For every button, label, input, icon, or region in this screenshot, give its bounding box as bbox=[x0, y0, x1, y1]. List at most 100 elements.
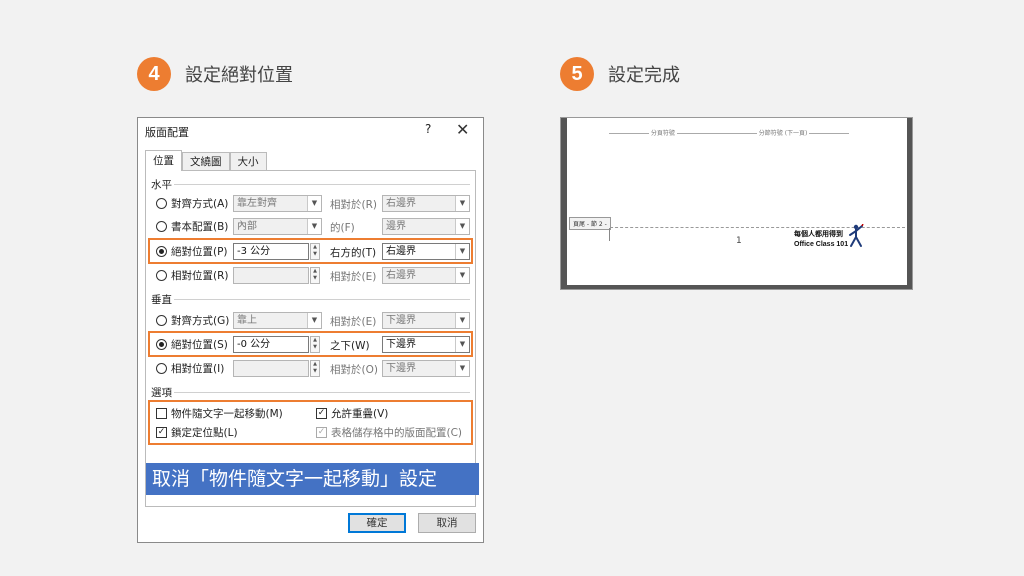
ok-button[interactable]: 確定 bbox=[348, 513, 406, 533]
step-5-header: 5 設定完成 bbox=[560, 57, 680, 91]
step-title: 設定絕對位置 bbox=[185, 65, 293, 86]
radio-h-relative[interactable]: 相對位置(R) bbox=[156, 266, 229, 284]
option-label: 物件隨文字一起移動(M) bbox=[171, 407, 283, 420]
break-label: 分節符號 (下一頁) bbox=[758, 130, 808, 137]
radio-h-book-layout[interactable]: 書本配置(B) bbox=[156, 217, 228, 235]
page-break-marker: 分頁符號 分節符號 (下一頁) bbox=[609, 128, 850, 137]
option-label: 表格儲存格中的版面配置(C) bbox=[331, 426, 463, 439]
select-value: 內部 bbox=[237, 221, 257, 232]
section-heading-vertical: 垂直 bbox=[151, 294, 172, 306]
radio-h-absolute[interactable]: 絕對位置(P) bbox=[156, 242, 228, 260]
tab-panel-position: 水平 對齊方式(A) 靠左對齊 ▼ 相對於(R) 右邊界 ▼ 書本配置(B) 內部 ▼… bbox=[145, 170, 476, 507]
option-label: 允許重疊(V) bbox=[331, 407, 389, 420]
chevron-down-icon: ▼ bbox=[455, 219, 469, 234]
select-value: 右邊界 bbox=[386, 198, 416, 209]
v-alignment-select[interactable]: 靠上 ▼ bbox=[233, 312, 322, 329]
help-icon[interactable]: ? bbox=[425, 122, 431, 136]
select-value: 右邊界 bbox=[386, 246, 416, 257]
dialog-title: 版面配置 bbox=[145, 126, 189, 139]
option-label: 對齊方式(A) bbox=[171, 197, 229, 210]
footer-tab[interactable]: 頁尾 - 節 2 - bbox=[569, 217, 611, 230]
chevron-down-icon: ▼ bbox=[455, 268, 469, 283]
radio-icon bbox=[156, 197, 167, 209]
h-relative-rel-select[interactable]: 右邊界 ▼ bbox=[382, 267, 470, 284]
h-absolute-rel-select[interactable]: 右邊界 ▼ bbox=[382, 243, 470, 260]
text-cursor: 1 bbox=[736, 236, 742, 246]
step-number-badge: 5 bbox=[560, 57, 594, 91]
chevron-down-icon: ▼ bbox=[455, 361, 469, 376]
chevron-down-icon: ▼ bbox=[307, 196, 321, 211]
footer-line: Office Class 101 bbox=[794, 241, 849, 248]
radio-v-relative[interactable]: 相對位置(I) bbox=[156, 359, 224, 377]
v-absolute-rel-select[interactable]: 下邊界 ▼ bbox=[382, 336, 470, 353]
chevron-down-icon: ▼ bbox=[455, 313, 469, 328]
radio-icon bbox=[156, 220, 167, 232]
radio-v-alignment[interactable]: 對齊方式(G) bbox=[156, 311, 229, 329]
option-label: 相對位置(R) bbox=[171, 269, 229, 282]
stepper-icon[interactable]: ▲ ▼ bbox=[310, 243, 320, 260]
person-logo-icon bbox=[849, 224, 864, 247]
section-heading-options: 選項 bbox=[151, 387, 172, 399]
stepper-icon[interactable]: ▲ ▼ bbox=[310, 336, 320, 353]
select-value: 靠左對齊 bbox=[237, 198, 277, 209]
chevron-down-icon: ▼ bbox=[455, 196, 469, 211]
h-book-layout-rel-select[interactable]: 邊界 ▼ bbox=[382, 218, 470, 235]
v-relative-input[interactable] bbox=[233, 360, 309, 377]
h-alignment-select[interactable]: 靠左對齊 ▼ bbox=[233, 195, 322, 212]
chevron-down-icon: ▼ bbox=[307, 313, 321, 328]
option-label: 相對位置(I) bbox=[171, 362, 225, 375]
checkbox-lock-anchor[interactable]: ✓ 鎖定定位點(L) bbox=[156, 423, 238, 441]
h-alignment-rel-select[interactable]: 右邊界 ▼ bbox=[382, 195, 470, 212]
tab-text-wrapping[interactable]: 文繞圖 bbox=[182, 152, 230, 171]
chevron-down-icon: ▼ bbox=[455, 337, 469, 352]
select-value: 靠上 bbox=[237, 315, 257, 326]
v-alignment-rel-label: 相對於(E) bbox=[330, 316, 377, 328]
select-value: 下邊界 bbox=[386, 315, 416, 326]
h-absolute-input[interactable]: -3 公分 bbox=[233, 243, 309, 260]
checkbox-icon bbox=[156, 407, 167, 419]
checkmark-icon: ✓ bbox=[316, 426, 327, 438]
v-relative-rel-select[interactable]: 下邊界 ▼ bbox=[382, 360, 470, 377]
tab-position[interactable]: 位置 bbox=[145, 150, 182, 171]
footer-margin-mark bbox=[609, 228, 610, 241]
radio-icon bbox=[156, 314, 167, 326]
option-label: 絕對位置(P) bbox=[171, 245, 228, 258]
page-edge bbox=[907, 118, 912, 289]
h-alignment-rel-label: 相對於(R) bbox=[330, 199, 377, 211]
cancel-button[interactable]: 取消 bbox=[418, 513, 476, 533]
radio-icon bbox=[156, 362, 167, 374]
option-label: 鎖定定位點(L) bbox=[171, 426, 238, 439]
checkbox-move-with-text[interactable]: 物件隨文字一起移動(M) bbox=[156, 404, 283, 422]
select-value: 下邊界 bbox=[386, 339, 416, 350]
radio-icon bbox=[156, 269, 167, 281]
tab-strip: 位置 文繞圖 大小 bbox=[145, 150, 267, 171]
chevron-down-icon: ▼ bbox=[307, 219, 321, 234]
footer-text-box[interactable]: 每個人都用得到 Office Class 101 bbox=[794, 230, 848, 250]
radio-icon bbox=[156, 338, 167, 350]
footer-line: 每個人都用得到 bbox=[794, 231, 843, 238]
v-absolute-rel-label: 之下(W) bbox=[330, 340, 370, 352]
instruction-banner: 取消「物件隨文字一起移動」設定 bbox=[146, 463, 479, 495]
checkbox-layout-in-table[interactable]: ✓ 表格儲存格中的版面配置(C) bbox=[316, 423, 462, 441]
checkmark-icon: ✓ bbox=[156, 426, 167, 438]
section-heading-horizontal: 水平 bbox=[151, 179, 172, 191]
section-divider bbox=[174, 392, 470, 393]
h-book-layout-select[interactable]: 內部 ▼ bbox=[233, 218, 322, 235]
page-edge bbox=[561, 285, 912, 289]
checkbox-allow-overlap[interactable]: ✓ 允許重疊(V) bbox=[316, 404, 388, 422]
v-absolute-input[interactable]: -0 公分 bbox=[233, 336, 309, 353]
close-icon[interactable]: ✕ bbox=[456, 120, 469, 139]
h-relative-input[interactable] bbox=[233, 267, 309, 284]
option-label: 絕對位置(S) bbox=[171, 338, 228, 351]
option-label: 對齊方式(G) bbox=[171, 314, 230, 327]
tab-size[interactable]: 大小 bbox=[229, 152, 267, 171]
select-value: 邊界 bbox=[386, 221, 406, 232]
step-number-badge: 4 bbox=[137, 57, 171, 91]
v-relative-rel-label: 相對於(O) bbox=[330, 364, 378, 376]
break-label: 分頁符號 bbox=[650, 130, 675, 137]
v-alignment-rel-select[interactable]: 下邊界 ▼ bbox=[382, 312, 470, 329]
radio-v-absolute[interactable]: 絕對位置(S) bbox=[156, 335, 228, 353]
stepper-icon[interactable]: ▲ ▼ bbox=[310, 360, 320, 377]
stepper-icon[interactable]: ▲ ▼ bbox=[310, 267, 320, 284]
radio-h-alignment[interactable]: 對齊方式(A) bbox=[156, 194, 228, 212]
